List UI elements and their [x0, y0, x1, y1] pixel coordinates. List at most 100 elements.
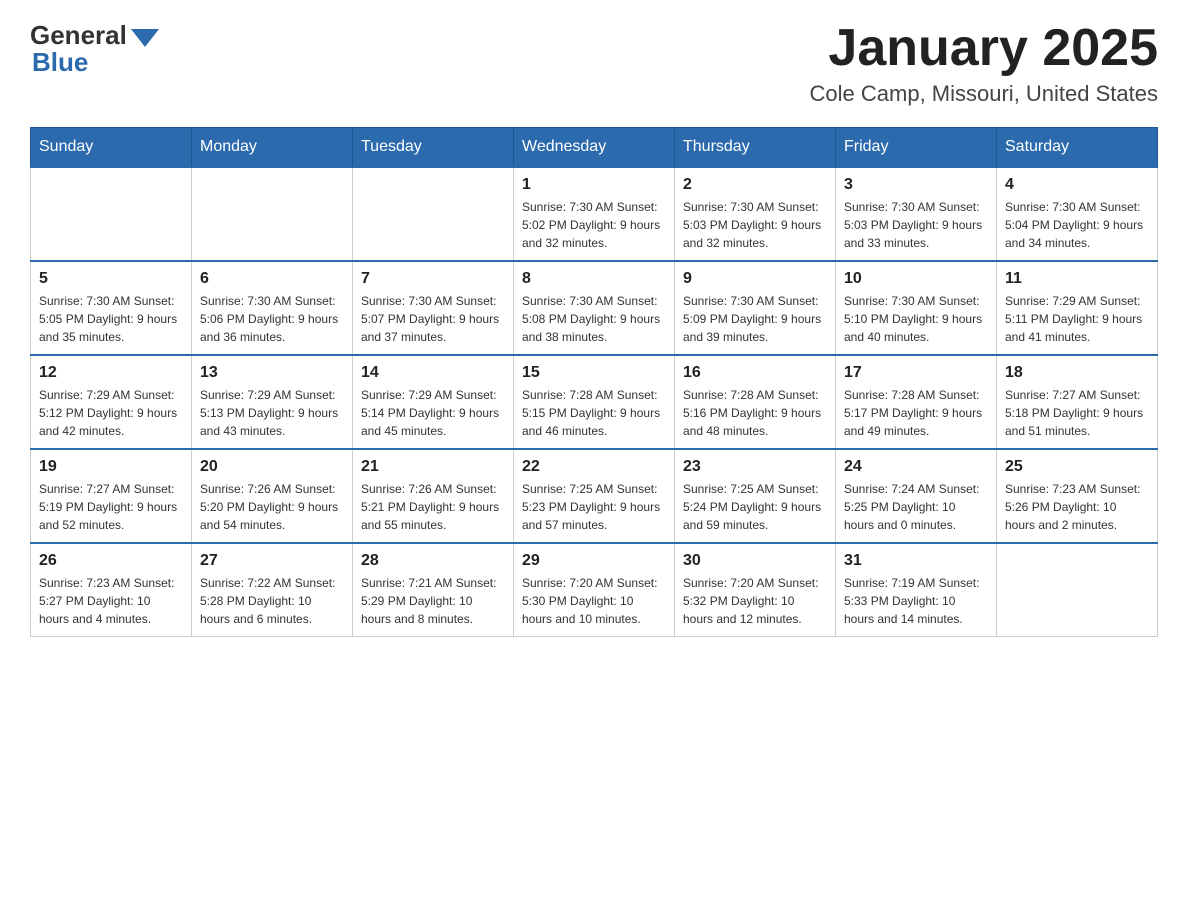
day-number: 2: [683, 176, 827, 194]
day-of-week-header: Tuesday: [353, 128, 514, 168]
day-info: Sunrise: 7:26 AM Sunset: 5:20 PM Dayligh…: [200, 480, 344, 534]
day-info: Sunrise: 7:25 AM Sunset: 5:23 PM Dayligh…: [522, 480, 666, 534]
day-info: Sunrise: 7:30 AM Sunset: 5:09 PM Dayligh…: [683, 292, 827, 346]
day-number: 10: [844, 270, 988, 288]
day-info: Sunrise: 7:30 AM Sunset: 5:03 PM Dayligh…: [683, 198, 827, 252]
day-info: Sunrise: 7:20 AM Sunset: 5:30 PM Dayligh…: [522, 574, 666, 628]
day-number: 27: [200, 552, 344, 570]
day-info: Sunrise: 7:29 AM Sunset: 5:11 PM Dayligh…: [1005, 292, 1149, 346]
calendar-day-cell: 13 Sunrise: 7:29 AM Sunset: 5:13 PM Dayli…: [192, 355, 353, 449]
day-info: Sunrise: 7:26 AM Sunset: 5:21 PM Dayligh…: [361, 480, 505, 534]
day-info: Sunrise: 7:30 AM Sunset: 5:02 PM Dayligh…: [522, 198, 666, 252]
calendar-day-cell: 10 Sunrise: 7:30 AM Sunset: 5:10 PM Dayli…: [836, 261, 997, 355]
calendar-week-row: 19 Sunrise: 7:27 AM Sunset: 5:19 PM Dayli…: [31, 449, 1158, 543]
day-number: 8: [522, 270, 666, 288]
day-info: Sunrise: 7:29 AM Sunset: 5:12 PM Dayligh…: [39, 386, 183, 440]
day-info: Sunrise: 7:29 AM Sunset: 5:13 PM Dayligh…: [200, 386, 344, 440]
day-info: Sunrise: 7:30 AM Sunset: 5:06 PM Dayligh…: [200, 292, 344, 346]
day-number: 3: [844, 176, 988, 194]
day-info: Sunrise: 7:27 AM Sunset: 5:18 PM Dayligh…: [1005, 386, 1149, 440]
calendar-day-cell: [353, 167, 514, 261]
calendar-day-cell: 25Sunrise: 7:23 AM Sunset: 5:26 PM Dayli…: [997, 449, 1158, 543]
calendar-day-cell: 16Sunrise: 7:28 AM Sunset: 5:16 PM Dayli…: [675, 355, 836, 449]
calendar-day-cell: 2 Sunrise: 7:30 AM Sunset: 5:03 PM Daylig…: [675, 167, 836, 261]
day-number: 26: [39, 552, 183, 570]
day-number: 24: [844, 458, 988, 476]
calendar-day-cell: 6 Sunrise: 7:30 AM Sunset: 5:06 PM Daylig…: [192, 261, 353, 355]
calendar-body: 1Sunrise: 7:30 AM Sunset: 5:02 PM Daylig…: [31, 167, 1158, 637]
day-info: Sunrise: 7:30 AM Sunset: 5:08 PM Dayligh…: [522, 292, 666, 346]
calendar-day-cell: 12 Sunrise: 7:29 AM Sunset: 5:12 PM Dayli…: [31, 355, 192, 449]
calendar-day-cell: 3Sunrise: 7:30 AM Sunset: 5:03 PM Daylig…: [836, 167, 997, 261]
day-number: 23: [683, 458, 827, 476]
calendar-day-cell: 17 Sunrise: 7:28 AM Sunset: 5:17 PM Dayli…: [836, 355, 997, 449]
day-of-week-header: Thursday: [675, 128, 836, 168]
calendar-day-cell: 30 Sunrise: 7:20 AM Sunset: 5:32 PM Dayli…: [675, 543, 836, 637]
calendar-day-cell: 29 Sunrise: 7:20 AM Sunset: 5:30 PM Dayli…: [514, 543, 675, 637]
day-number: 14: [361, 364, 505, 382]
logo-blue-text: Blue: [30, 47, 88, 78]
day-number: 21: [361, 458, 505, 476]
page-header: General Blue January 2025 Cole Camp, Mis…: [30, 20, 1158, 107]
day-number: 16: [683, 364, 827, 382]
calendar-day-cell: 19 Sunrise: 7:27 AM Sunset: 5:19 PM Dayli…: [31, 449, 192, 543]
calendar-day-cell: 18 Sunrise: 7:27 AM Sunset: 5:18 PM Dayli…: [997, 355, 1158, 449]
calendar-day-cell: 28 Sunrise: 7:21 AM Sunset: 5:29 PM Dayli…: [353, 543, 514, 637]
calendar-header-row: SundayMondayTuesdayWednesdayThursdayFrid…: [31, 128, 1158, 168]
calendar-day-cell: 7Sunrise: 7:30 AM Sunset: 5:07 PM Daylig…: [353, 261, 514, 355]
calendar-day-cell: 5 Sunrise: 7:30 AM Sunset: 5:05 PM Daylig…: [31, 261, 192, 355]
day-number: 29: [522, 552, 666, 570]
month-title: January 2025: [810, 20, 1158, 77]
day-number: 9: [683, 270, 827, 288]
calendar-day-cell: [31, 167, 192, 261]
logo: General Blue: [30, 20, 159, 78]
day-of-week-header: Sunday: [31, 128, 192, 168]
day-number: 11: [1005, 270, 1149, 288]
calendar-day-cell: 31 Sunrise: 7:19 AM Sunset: 5:33 PM Dayli…: [836, 543, 997, 637]
day-number: 7: [361, 270, 505, 288]
day-info: Sunrise: 7:23 AM Sunset: 5:27 PM Dayligh…: [39, 574, 183, 628]
day-of-week-header: Wednesday: [514, 128, 675, 168]
day-info: Sunrise: 7:20 AM Sunset: 5:32 PM Dayligh…: [683, 574, 827, 628]
day-info: Sunrise: 7:19 AM Sunset: 5:33 PM Dayligh…: [844, 574, 988, 628]
day-number: 19: [39, 458, 183, 476]
calendar-week-row: 5 Sunrise: 7:30 AM Sunset: 5:05 PM Daylig…: [31, 261, 1158, 355]
day-info: Sunrise: 7:21 AM Sunset: 5:29 PM Dayligh…: [361, 574, 505, 628]
calendar-day-cell: [997, 543, 1158, 637]
day-number: 31: [844, 552, 988, 570]
day-number: 4: [1005, 176, 1149, 194]
calendar-day-cell: 1Sunrise: 7:30 AM Sunset: 5:02 PM Daylig…: [514, 167, 675, 261]
day-number: 17: [844, 364, 988, 382]
day-info: Sunrise: 7:27 AM Sunset: 5:19 PM Dayligh…: [39, 480, 183, 534]
day-number: 12: [39, 364, 183, 382]
day-number: 22: [522, 458, 666, 476]
calendar-day-cell: 27Sunrise: 7:22 AM Sunset: 5:28 PM Dayli…: [192, 543, 353, 637]
calendar-day-cell: 14 Sunrise: 7:29 AM Sunset: 5:14 PM Dayli…: [353, 355, 514, 449]
day-number: 6: [200, 270, 344, 288]
calendar-day-cell: 15Sunrise: 7:28 AM Sunset: 5:15 PM Dayli…: [514, 355, 675, 449]
day-number: 13: [200, 364, 344, 382]
day-info: Sunrise: 7:24 AM Sunset: 5:25 PM Dayligh…: [844, 480, 988, 534]
calendar-table: SundayMondayTuesdayWednesdayThursdayFrid…: [30, 127, 1158, 637]
calendar-day-cell: 20Sunrise: 7:26 AM Sunset: 5:20 PM Dayli…: [192, 449, 353, 543]
day-info: Sunrise: 7:25 AM Sunset: 5:24 PM Dayligh…: [683, 480, 827, 534]
calendar-header: SundayMondayTuesdayWednesdayThursdayFrid…: [31, 128, 1158, 168]
day-info: Sunrise: 7:30 AM Sunset: 5:10 PM Dayligh…: [844, 292, 988, 346]
day-number: 30: [683, 552, 827, 570]
calendar-week-row: 26 Sunrise: 7:23 AM Sunset: 5:27 PM Dayli…: [31, 543, 1158, 637]
calendar-day-cell: [192, 167, 353, 261]
day-of-week-header: Monday: [192, 128, 353, 168]
calendar-week-row: 1Sunrise: 7:30 AM Sunset: 5:02 PM Daylig…: [31, 167, 1158, 261]
day-number: 5: [39, 270, 183, 288]
day-info: Sunrise: 7:28 AM Sunset: 5:17 PM Dayligh…: [844, 386, 988, 440]
calendar-day-cell: 22 Sunrise: 7:25 AM Sunset: 5:23 PM Dayli…: [514, 449, 675, 543]
day-of-week-header: Saturday: [997, 128, 1158, 168]
calendar-day-cell: 23 Sunrise: 7:25 AM Sunset: 5:24 PM Dayli…: [675, 449, 836, 543]
calendar-day-cell: 21 Sunrise: 7:26 AM Sunset: 5:21 PM Dayli…: [353, 449, 514, 543]
calendar-day-cell: 26 Sunrise: 7:23 AM Sunset: 5:27 PM Dayli…: [31, 543, 192, 637]
day-number: 18: [1005, 364, 1149, 382]
day-info: Sunrise: 7:30 AM Sunset: 5:05 PM Dayligh…: [39, 292, 183, 346]
location-title: Cole Camp, Missouri, United States: [810, 81, 1158, 107]
day-number: 28: [361, 552, 505, 570]
day-info: Sunrise: 7:29 AM Sunset: 5:14 PM Dayligh…: [361, 386, 505, 440]
